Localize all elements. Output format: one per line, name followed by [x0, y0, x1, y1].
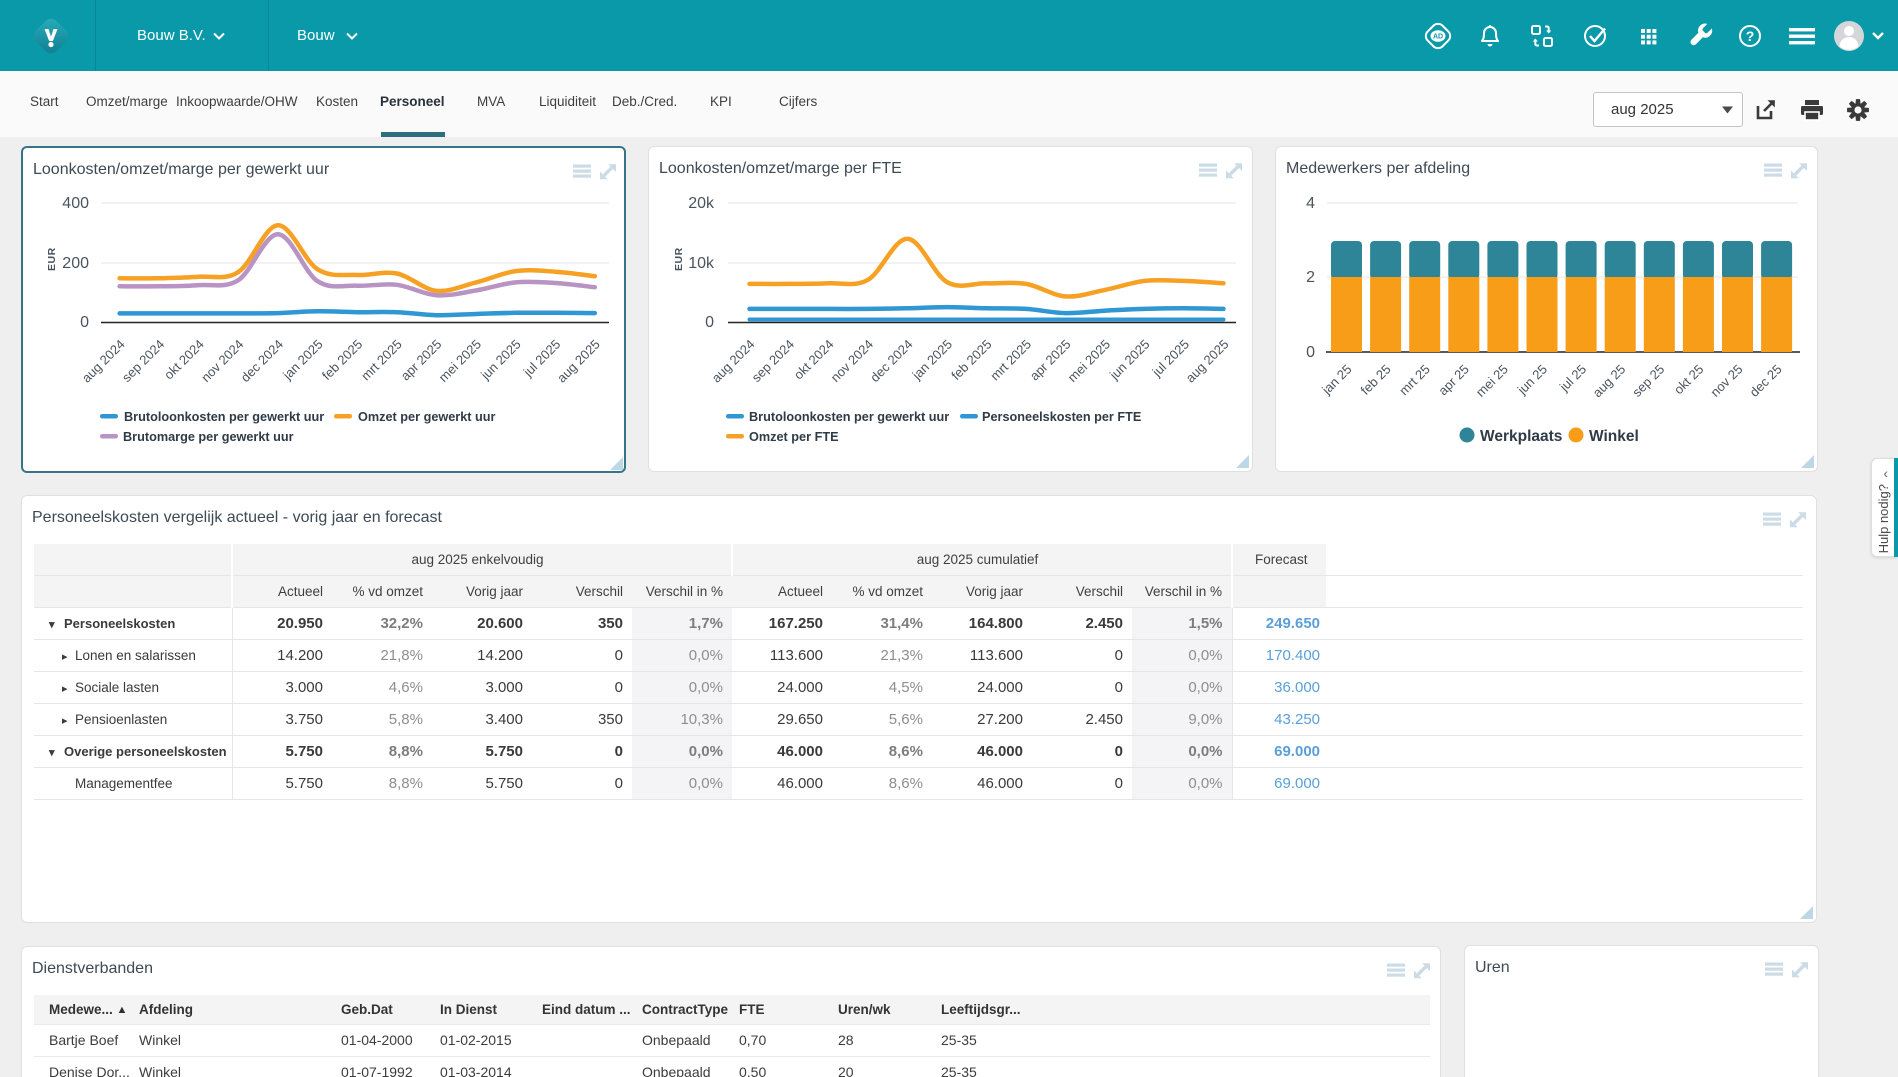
svg-text:Werkplaats: Werkplaats	[1480, 428, 1562, 445]
svg-text:Brutoloonkosten per gewerkt uu: Brutoloonkosten per gewerkt uur	[124, 410, 324, 424]
svg-text:jun 2025: jun 2025	[477, 337, 524, 384]
svg-text:feb 2025: feb 2025	[948, 337, 994, 383]
svg-text:jan 2025: jan 2025	[279, 337, 326, 384]
svg-text:EUR: EUR	[46, 247, 58, 271]
svg-text:okt 25: okt 25	[1671, 362, 1707, 398]
svg-text:nov 25: nov 25	[1707, 362, 1745, 400]
svg-text:Brutomarge per gewerkt uur: Brutomarge per gewerkt uur	[123, 430, 294, 444]
svg-text:jan 25: jan 25	[1318, 362, 1354, 398]
svg-text:aug 2024: aug 2024	[79, 337, 128, 386]
svg-text:sep 2024: sep 2024	[119, 337, 167, 385]
svg-text:mei 2025: mei 2025	[1065, 337, 1113, 385]
svg-text:aug 25: aug 25	[1590, 362, 1629, 401]
svg-text:Omzet per gewerkt uur: Omzet per gewerkt uur	[358, 410, 496, 424]
svg-text:Winkel: Winkel	[1589, 428, 1639, 445]
svg-text:nov 2024: nov 2024	[828, 337, 876, 385]
svg-text:Personeelskosten per FTE: Personeelskosten per FTE	[982, 410, 1141, 424]
svg-text:jun 25: jun 25	[1514, 362, 1550, 398]
svg-text:0: 0	[80, 314, 89, 331]
svg-text:10k: 10k	[688, 255, 715, 272]
svg-text:4: 4	[1306, 195, 1315, 212]
svg-text:mei 2025: mei 2025	[436, 337, 484, 385]
svg-text:0: 0	[1306, 344, 1315, 361]
svg-text:dec 2024: dec 2024	[238, 337, 286, 385]
svg-text:mei 25: mei 25	[1473, 362, 1511, 400]
svg-text:apr 25: apr 25	[1435, 362, 1472, 399]
svg-text:jun 2025: jun 2025	[1106, 337, 1153, 384]
svg-text:sep 25: sep 25	[1629, 362, 1667, 400]
svg-text:Brutoloonkosten per gewerkt uu: Brutoloonkosten per gewerkt uur	[749, 410, 949, 424]
svg-text:0: 0	[705, 314, 714, 331]
svg-text:400: 400	[62, 195, 89, 212]
svg-text:200: 200	[62, 255, 89, 272]
svg-text:aug 2025: aug 2025	[554, 337, 603, 386]
svg-text:feb 25: feb 25	[1358, 362, 1394, 398]
svg-text:mrt 2025: mrt 2025	[987, 337, 1034, 384]
svg-text:aug 2024: aug 2024	[709, 337, 758, 386]
svg-text:EUR: EUR	[673, 247, 685, 271]
svg-text:jul 25: jul 25	[1556, 362, 1589, 395]
svg-text:sep 2024: sep 2024	[749, 337, 797, 385]
svg-text:dec 25: dec 25	[1747, 362, 1785, 400]
svg-text:nov 2024: nov 2024	[198, 337, 246, 385]
svg-text:aug 2025: aug 2025	[1183, 337, 1232, 386]
svg-text:feb 2025: feb 2025	[319, 337, 365, 383]
svg-text:2: 2	[1306, 269, 1315, 286]
svg-text:AD: AD	[1433, 34, 1443, 41]
svg-text:dec 2024: dec 2024	[867, 337, 915, 385]
svg-text:?: ?	[1746, 28, 1755, 44]
svg-text:20k: 20k	[688, 195, 715, 212]
svg-text:mrt 2025: mrt 2025	[358, 337, 405, 384]
svg-text:mrt 25: mrt 25	[1396, 362, 1433, 399]
svg-text:Omzet per FTE: Omzet per FTE	[749, 430, 839, 444]
svg-text:jan 2025: jan 2025	[909, 337, 956, 384]
